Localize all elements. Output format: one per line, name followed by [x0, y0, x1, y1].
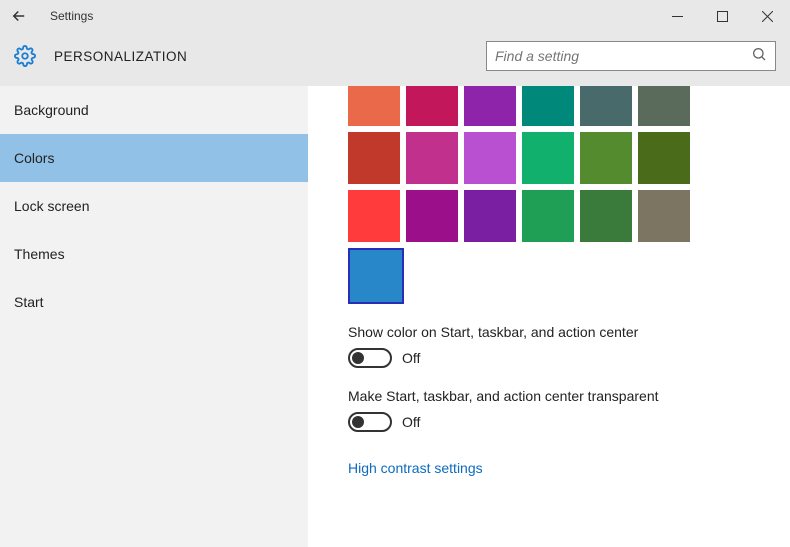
- sidebar-item-lockscreen[interactable]: Lock screen: [0, 182, 308, 230]
- search-input[interactable]: [495, 48, 751, 64]
- sidebar-item-label: Colors: [14, 150, 54, 166]
- color-swatch-grid: [348, 86, 790, 304]
- content: Background Colors Lock screen Themes Sta…: [0, 86, 790, 547]
- toggle-knob: [352, 416, 364, 428]
- transparency-state: Off: [402, 414, 420, 430]
- sidebar-item-themes[interactable]: Themes: [0, 230, 308, 278]
- back-button[interactable]: [10, 7, 40, 25]
- color-swatch[interactable]: [638, 86, 690, 126]
- sidebar-item-label: Themes: [14, 246, 65, 262]
- color-swatch[interactable]: [464, 132, 516, 184]
- swatch-row: [348, 86, 790, 126]
- close-button[interactable]: [745, 0, 790, 32]
- sidebar-item-start[interactable]: Start: [0, 278, 308, 326]
- swatch-row: [348, 132, 790, 184]
- color-swatch[interactable]: [348, 86, 400, 126]
- color-swatch[interactable]: [580, 190, 632, 242]
- show-color-toggle-row: Off: [348, 348, 790, 368]
- sidebar-item-label: Lock screen: [14, 198, 89, 214]
- color-swatch[interactable]: [522, 86, 574, 126]
- transparency-toggle[interactable]: [348, 412, 392, 432]
- titlebar: Settings: [0, 0, 790, 32]
- color-swatch[interactable]: [580, 132, 632, 184]
- minimize-button[interactable]: [655, 0, 700, 32]
- color-swatch[interactable]: [464, 86, 516, 126]
- window-title: Settings: [50, 9, 93, 23]
- color-swatch[interactable]: [348, 190, 400, 242]
- maximize-button[interactable]: [700, 0, 745, 32]
- color-swatch-selected[interactable]: [348, 248, 404, 304]
- color-swatch[interactable]: [406, 86, 458, 126]
- maximize-icon: [717, 11, 728, 22]
- sidebar-item-label: Background: [14, 102, 89, 118]
- header: PERSONALIZATION: [0, 32, 790, 86]
- sidebar-item-background[interactable]: Background: [0, 86, 308, 134]
- search-box[interactable]: [486, 41, 776, 71]
- window-controls: [655, 0, 790, 32]
- show-color-state: Off: [402, 350, 420, 366]
- color-swatch[interactable]: [522, 190, 574, 242]
- sidebar: Background Colors Lock screen Themes Sta…: [0, 86, 308, 547]
- back-arrow-icon: [10, 7, 28, 25]
- sidebar-item-label: Start: [14, 294, 44, 310]
- color-swatch[interactable]: [638, 132, 690, 184]
- close-icon: [762, 11, 773, 22]
- swatch-row: [348, 248, 790, 304]
- color-swatch[interactable]: [638, 190, 690, 242]
- minimize-icon: [672, 11, 683, 22]
- color-swatch[interactable]: [464, 190, 516, 242]
- color-swatch[interactable]: [406, 190, 458, 242]
- color-swatch[interactable]: [522, 132, 574, 184]
- gear-icon: [14, 45, 36, 67]
- transparency-toggle-row: Off: [348, 412, 790, 432]
- show-color-label: Show color on Start, taskbar, and action…: [348, 324, 790, 340]
- main-panel: Show color on Start, taskbar, and action…: [308, 86, 790, 547]
- color-swatch[interactable]: [348, 132, 400, 184]
- search-icon: [751, 46, 767, 67]
- color-swatch[interactable]: [406, 132, 458, 184]
- swatch-row: [348, 190, 790, 242]
- toggle-knob: [352, 352, 364, 364]
- sidebar-item-colors[interactable]: Colors: [0, 134, 308, 182]
- color-swatch[interactable]: [580, 86, 632, 126]
- high-contrast-link[interactable]: High contrast settings: [348, 460, 483, 476]
- show-color-toggle[interactable]: [348, 348, 392, 368]
- transparency-label: Make Start, taskbar, and action center t…: [348, 388, 790, 404]
- page-title: PERSONALIZATION: [54, 49, 187, 64]
